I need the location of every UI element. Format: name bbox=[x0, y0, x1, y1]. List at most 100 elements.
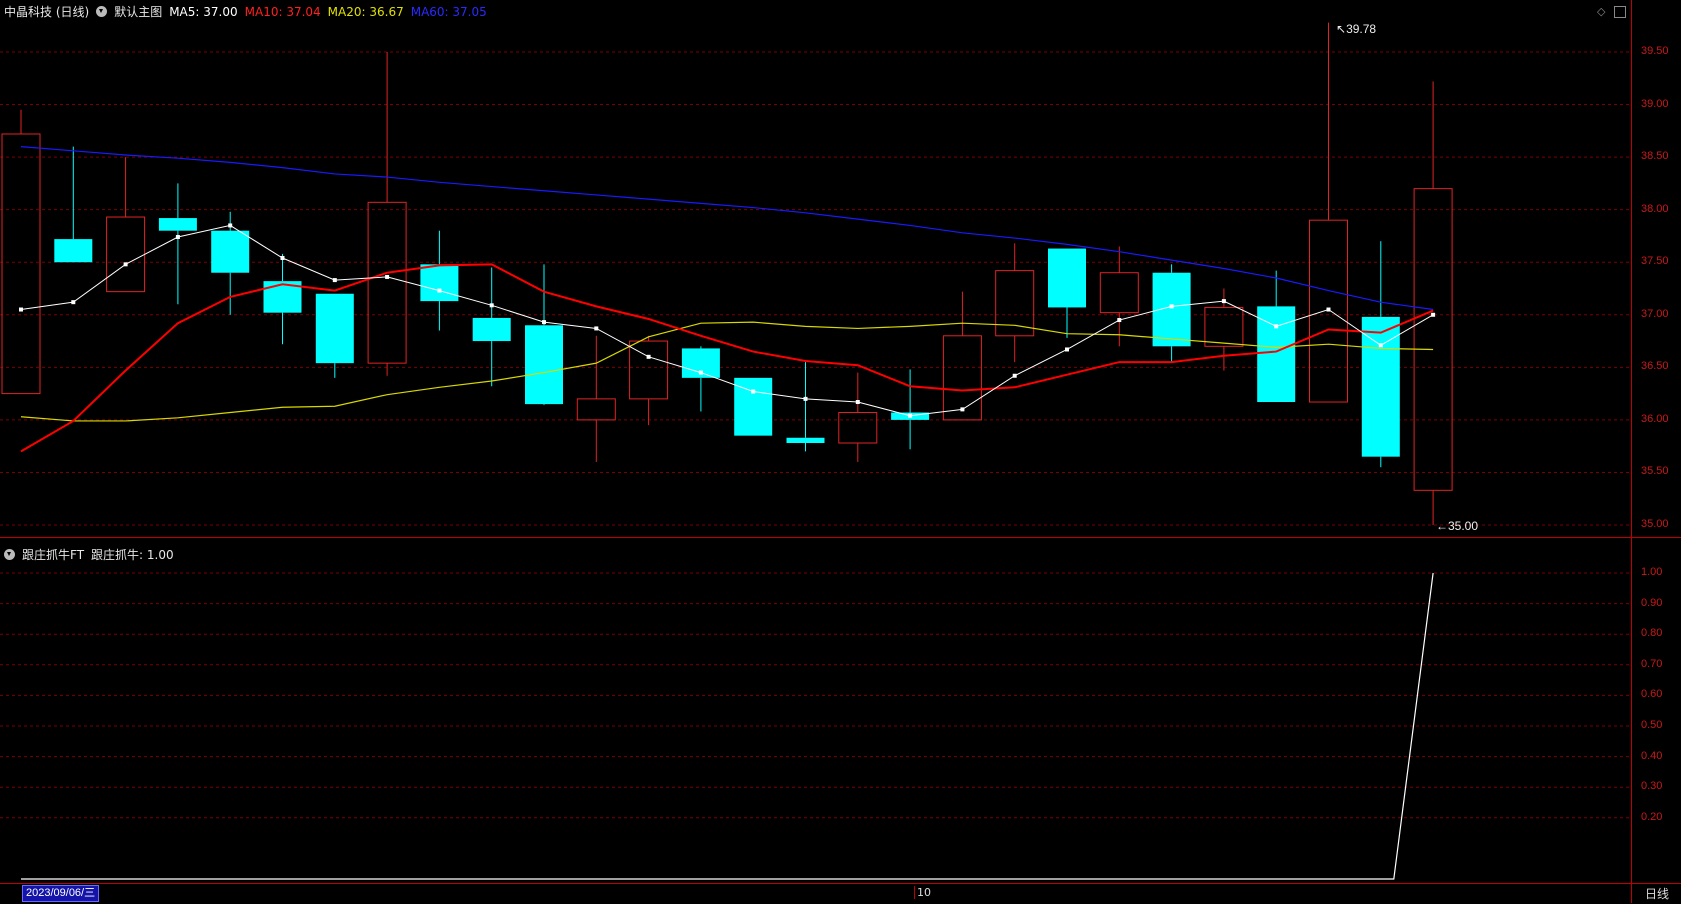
indicator-tick-label: 0.30 bbox=[1641, 780, 1663, 793]
candle-body bbox=[1204, 306, 1244, 347]
candle bbox=[367, 52, 407, 376]
candle bbox=[1099, 246, 1139, 347]
price-tick-label: 35.00 bbox=[1641, 518, 1669, 530]
candle bbox=[995, 243, 1035, 363]
dropdown-icon[interactable] bbox=[96, 6, 108, 17]
ma5-line-point bbox=[489, 303, 494, 308]
main-chart-header: 中晶科技 (日线) 默认主图 MA5: 37.00 MA10: 37.04 MA… bbox=[4, 3, 487, 20]
candle-body bbox=[525, 325, 563, 405]
ma5-line-point bbox=[960, 407, 965, 412]
ma5-line-point bbox=[332, 278, 337, 283]
dropdown-icon[interactable] bbox=[4, 549, 15, 560]
indicator-chart[interactable] bbox=[0, 538, 1631, 883]
ma5-line-point bbox=[71, 300, 76, 305]
ma5-line-point bbox=[1012, 373, 1017, 378]
candle-body bbox=[1048, 248, 1086, 308]
ma5-line-point bbox=[646, 354, 651, 359]
ma5-line-point bbox=[19, 307, 23, 312]
indicator-tick-label: 0.80 bbox=[1641, 627, 1663, 640]
candle-body bbox=[315, 293, 354, 364]
candle bbox=[1152, 264, 1191, 363]
ma5-line-point bbox=[175, 234, 180, 239]
ma20-label: MA20: 36.67 bbox=[327, 4, 404, 19]
ma5-line-point bbox=[594, 326, 599, 331]
ma5-line-point bbox=[123, 262, 128, 267]
candle-body bbox=[942, 335, 982, 421]
ma5-line-point bbox=[542, 320, 546, 325]
candle bbox=[1413, 81, 1453, 525]
candle-body bbox=[576, 398, 616, 421]
indicator-tick-label: 0.90 bbox=[1641, 596, 1663, 609]
ma20-line bbox=[20, 321, 1434, 422]
candle bbox=[838, 372, 878, 462]
candle-body bbox=[472, 317, 511, 342]
candle-body bbox=[995, 270, 1035, 337]
pane-divider[interactable] bbox=[0, 537, 1681, 538]
candle bbox=[576, 335, 616, 462]
cursor-date-label: 2023/09/06/三 bbox=[22, 885, 100, 902]
price-axis[interactable] bbox=[1631, 0, 1681, 903]
indicator-tick-label: 0.60 bbox=[1641, 688, 1663, 701]
candle-body bbox=[106, 216, 146, 293]
candle-body bbox=[54, 239, 93, 263]
candle bbox=[1257, 270, 1296, 403]
ma5-line-point bbox=[280, 256, 285, 261]
arrow-icon: ↖ bbox=[1336, 22, 1347, 36]
candle bbox=[786, 362, 825, 452]
candle bbox=[472, 267, 511, 387]
indicator-header: 跟庄抓牛FT 跟庄抓牛: 1.00 bbox=[4, 546, 174, 563]
indicator-tick-label: 0.40 bbox=[1641, 749, 1663, 762]
candlestick-chart[interactable] bbox=[0, 0, 1631, 550]
price-tick-label: 36.00 bbox=[1641, 412, 1669, 425]
ma5-line-point bbox=[855, 400, 860, 405]
diamond-icon[interactable]: ◇ bbox=[1597, 5, 1605, 18]
ma60-label: MA60: 37.05 bbox=[410, 4, 487, 19]
price-tick-label: 36.50 bbox=[1641, 360, 1669, 373]
candle bbox=[420, 230, 459, 331]
ma10-label: MA10: 37.04 bbox=[244, 4, 321, 19]
low-price-annotation: ←35.00 bbox=[1436, 519, 1479, 533]
candle bbox=[315, 293, 354, 378]
candle-body bbox=[367, 201, 407, 364]
time-axis[interactable] bbox=[0, 883, 1681, 904]
candle bbox=[1048, 248, 1086, 338]
ma5-line-point bbox=[1169, 304, 1174, 309]
month-mark: 10 bbox=[914, 886, 931, 899]
candle bbox=[1, 109, 41, 395]
candle-body bbox=[1099, 272, 1139, 314]
indicator-tick-label: 1.00 bbox=[1641, 566, 1663, 578]
candle bbox=[106, 157, 146, 293]
panel-toggle-icon[interactable] bbox=[1614, 6, 1626, 18]
ma5-label: MA5: 37.00 bbox=[169, 4, 238, 19]
candle-body bbox=[1413, 188, 1453, 491]
indicator-name[interactable]: 跟庄抓牛FT bbox=[22, 546, 84, 563]
candle-body bbox=[1, 133, 41, 395]
price-tick-label: 35.50 bbox=[1641, 465, 1669, 478]
ma5-line-point bbox=[1431, 312, 1436, 317]
ma5-line-point bbox=[1117, 318, 1122, 323]
template-name[interactable]: 默认主图 bbox=[114, 3, 162, 20]
indicator-tick-label: 0.70 bbox=[1641, 657, 1663, 670]
indicator-tick-label: 0.50 bbox=[1641, 719, 1663, 731]
ma5-line-point bbox=[385, 274, 390, 279]
ma5-line-point bbox=[698, 370, 703, 375]
ma5-line-point bbox=[1326, 307, 1331, 312]
indicator-tick-label: 0.20 bbox=[1641, 810, 1663, 823]
price-tick-label: 39.50 bbox=[1641, 45, 1669, 57]
price-tick-label: 37.50 bbox=[1641, 255, 1669, 268]
ma5-line-point bbox=[1065, 347, 1069, 352]
ma5-line-point bbox=[1274, 324, 1279, 329]
candle-body bbox=[158, 218, 197, 231]
candle-body bbox=[420, 264, 459, 302]
price-tick-label: 38.00 bbox=[1641, 202, 1669, 215]
stock-title[interactable]: 中晶科技 (日线) bbox=[4, 3, 89, 20]
candle bbox=[681, 346, 720, 412]
price-tick-label: 38.50 bbox=[1641, 150, 1669, 163]
candle-body bbox=[211, 230, 250, 273]
price-tick-label: 39.00 bbox=[1641, 97, 1669, 110]
period-tab-daily[interactable]: 日线 bbox=[1631, 883, 1681, 903]
arrow-icon: ← bbox=[1436, 519, 1448, 533]
ma10-line bbox=[20, 263, 1434, 453]
candle-body bbox=[786, 437, 825, 444]
ma5-line-point bbox=[1378, 343, 1383, 348]
